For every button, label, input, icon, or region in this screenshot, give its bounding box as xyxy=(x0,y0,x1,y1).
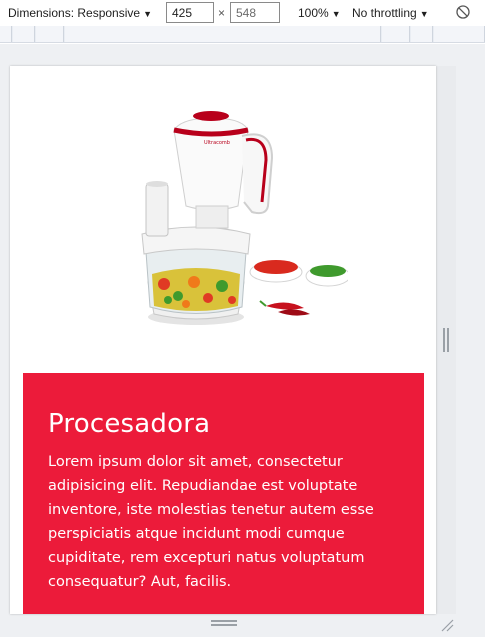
times-separator: × xyxy=(218,6,226,20)
throttling-label: No throttling xyxy=(352,6,417,20)
media-query-bar[interactable] xyxy=(0,26,485,43)
device-viewport: Ultracomb Procesadora Lorem ipsum dolor … xyxy=(10,66,436,614)
dimensions-dropdown[interactable]: Dimensions: Responsive ▼ xyxy=(8,6,152,20)
product-title: Procesadora xyxy=(48,409,211,439)
media-query-segment[interactable] xyxy=(382,26,410,42)
resize-corner-icon[interactable] xyxy=(440,618,454,632)
svg-text:Ultracomb: Ultracomb xyxy=(204,140,230,146)
chevron-down-icon: ▼ xyxy=(331,9,341,19)
height-input[interactable] xyxy=(230,2,280,23)
media-query-segment[interactable] xyxy=(0,26,12,42)
product-card: Procesadora Lorem ipsum dolor sit amet, … xyxy=(23,373,424,614)
media-query-segment[interactable] xyxy=(434,26,485,42)
zoom-dropdown[interactable]: 100% ▼ xyxy=(298,6,341,20)
product-description: Lorem ipsum dolor sit amet, consectetur … xyxy=(48,454,374,590)
chevron-down-icon: ▼ xyxy=(419,9,429,19)
food-processor-image: Ultracomb xyxy=(141,111,348,325)
throttling-dropdown[interactable]: No throttling ▼ xyxy=(352,6,429,20)
rotate-icon[interactable] xyxy=(455,4,471,20)
zoom-label: 100% xyxy=(298,6,329,20)
resize-handle-right[interactable] xyxy=(443,328,449,352)
dimensions-label: Dimensions: Responsive xyxy=(8,6,141,20)
width-input[interactable] xyxy=(166,2,214,23)
device-toolbar: Dimensions: Responsive▼ × 100%▼ No throt… xyxy=(0,0,485,26)
chevron-down-icon: ▼ xyxy=(143,9,152,19)
media-query-segment[interactable] xyxy=(65,26,381,42)
resize-handle-bottom[interactable] xyxy=(211,620,237,626)
media-query-segment[interactable] xyxy=(36,26,64,42)
media-query-segment[interactable] xyxy=(411,26,433,42)
media-query-segment[interactable] xyxy=(13,26,35,42)
